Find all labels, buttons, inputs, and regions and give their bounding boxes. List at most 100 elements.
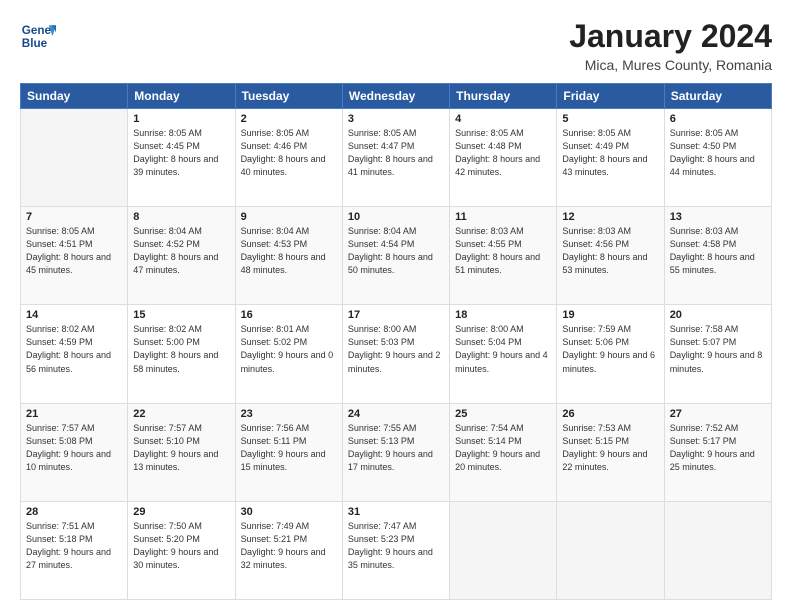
calendar-cell: 20 Sunrise: 7:58 AMSunset: 5:07 PMDayligh… (664, 305, 771, 403)
day-details: Sunrise: 7:57 AMSunset: 5:10 PMDaylight:… (133, 422, 229, 474)
day-details: Sunrise: 8:02 AMSunset: 4:59 PMDaylight:… (26, 323, 122, 375)
calendar-cell: 9 Sunrise: 8:04 AMSunset: 4:53 PMDaylight… (235, 207, 342, 305)
svg-text:Blue: Blue (22, 37, 48, 50)
calendar-cell: 14Sunrise: 8:02 AMSunset: 4:59 PMDayligh… (21, 305, 128, 403)
col-wednesday: Wednesday (342, 84, 449, 109)
day-details: Sunrise: 7:58 AMSunset: 5:07 PMDaylight:… (670, 323, 766, 375)
day-number: 1 (133, 113, 229, 125)
day-details: Sunrise: 8:05 AMSunset: 4:46 PMDaylight:… (241, 127, 337, 179)
day-number: 23 (241, 408, 337, 420)
calendar-cell: 15Sunrise: 8:02 AMSunset: 5:00 PMDayligh… (128, 305, 235, 403)
calendar-header-row: Sunday Monday Tuesday Wednesday Thursday… (21, 84, 772, 109)
day-number: 9 (241, 211, 337, 223)
calendar-cell: 19 Sunrise: 7:59 AMSunset: 5:06 PMDayligh… (557, 305, 664, 403)
calendar-cell: 26 Sunrise: 7:53 AMSunset: 5:15 PMDayligh… (557, 403, 664, 501)
day-details: Sunrise: 8:05 AMSunset: 4:51 PMDaylight:… (26, 225, 122, 277)
day-number: 17 (348, 309, 444, 321)
calendar-cell: 3 Sunrise: 8:05 AMSunset: 4:47 PMDaylight… (342, 109, 449, 207)
title-block: January 2024 Mica, Mures County, Romania (569, 18, 772, 73)
calendar-cell: 7 Sunrise: 8:05 AMSunset: 4:51 PMDaylight… (21, 207, 128, 305)
header: General Blue January 2024 Mica, Mures Co… (20, 18, 772, 73)
page: General Blue January 2024 Mica, Mures Co… (0, 0, 792, 612)
calendar-cell: 4Sunrise: 8:05 AMSunset: 4:48 PMDaylight… (450, 109, 557, 207)
col-tuesday: Tuesday (235, 84, 342, 109)
day-details: Sunrise: 7:56 AMSunset: 5:11 PMDaylight:… (241, 422, 337, 474)
col-friday: Friday (557, 84, 664, 109)
col-saturday: Saturday (664, 84, 771, 109)
day-details: Sunrise: 8:03 AMSunset: 4:55 PMDaylight:… (455, 225, 551, 277)
calendar-cell: 22 Sunrise: 7:57 AMSunset: 5:10 PMDayligh… (128, 403, 235, 501)
calendar-week-row: 28Sunrise: 7:51 AMSunset: 5:18 PMDayligh… (21, 501, 772, 599)
day-details: Sunrise: 8:01 AMSunset: 5:02 PMDaylight:… (241, 323, 337, 375)
calendar-cell: 11 Sunrise: 8:03 AMSunset: 4:55 PMDayligh… (450, 207, 557, 305)
day-details: Sunrise: 7:59 AMSunset: 5:06 PMDaylight:… (562, 323, 658, 375)
day-details: Sunrise: 8:04 AMSunset: 4:53 PMDaylight:… (241, 225, 337, 277)
calendar-cell: 18 Sunrise: 8:00 AMSunset: 5:04 PMDayligh… (450, 305, 557, 403)
day-details: Sunrise: 8:05 AMSunset: 4:50 PMDaylight:… (670, 127, 766, 179)
logo: General Blue (20, 18, 56, 54)
day-number: 29 (133, 506, 229, 518)
day-details: Sunrise: 7:47 AMSunset: 5:23 PMDaylight:… (348, 520, 444, 572)
day-number: 27 (670, 408, 766, 420)
day-details: Sunrise: 8:00 AMSunset: 5:04 PMDaylight:… (455, 323, 551, 375)
day-details: Sunrise: 8:05 AMSunset: 4:45 PMDaylight:… (133, 127, 229, 179)
calendar-cell: 10Sunrise: 8:04 AMSunset: 4:54 PMDayligh… (342, 207, 449, 305)
day-number: 11 (455, 211, 551, 223)
day-number: 7 (26, 211, 122, 223)
calendar-cell: 8Sunrise: 8:04 AMSunset: 4:52 PMDaylight… (128, 207, 235, 305)
calendar-cell: 12Sunrise: 8:03 AMSunset: 4:56 PMDayligh… (557, 207, 664, 305)
day-details: Sunrise: 8:05 AMSunset: 4:49 PMDaylight:… (562, 127, 658, 179)
calendar-cell: 31 Sunrise: 7:47 AMSunset: 5:23 PMDayligh… (342, 501, 449, 599)
calendar-cell: 16 Sunrise: 8:01 AMSunset: 5:02 PMDayligh… (235, 305, 342, 403)
calendar-cell (664, 501, 771, 599)
day-details: Sunrise: 7:50 AMSunset: 5:20 PMDaylight:… (133, 520, 229, 572)
subtitle: Mica, Mures County, Romania (569, 57, 772, 73)
day-number: 13 (670, 211, 766, 223)
calendar-week-row: 21Sunrise: 7:57 AMSunset: 5:08 PMDayligh… (21, 403, 772, 501)
calendar-cell: 23 Sunrise: 7:56 AMSunset: 5:11 PMDayligh… (235, 403, 342, 501)
day-details: Sunrise: 7:53 AMSunset: 5:15 PMDaylight:… (562, 422, 658, 474)
day-number: 10 (348, 211, 444, 223)
day-number: 19 (562, 309, 658, 321)
col-thursday: Thursday (450, 84, 557, 109)
day-number: 16 (241, 309, 337, 321)
day-number: 28 (26, 506, 122, 518)
day-number: 30 (241, 506, 337, 518)
day-number: 4 (455, 113, 551, 125)
day-number: 3 (348, 113, 444, 125)
calendar-cell: 27 Sunrise: 7:52 AMSunset: 5:17 PMDayligh… (664, 403, 771, 501)
day-details: Sunrise: 8:03 AMSunset: 4:58 PMDaylight:… (670, 225, 766, 277)
day-number: 31 (348, 506, 444, 518)
day-number: 20 (670, 309, 766, 321)
day-number: 25 (455, 408, 551, 420)
day-number: 26 (562, 408, 658, 420)
day-details: Sunrise: 7:55 AMSunset: 5:13 PMDaylight:… (348, 422, 444, 474)
day-number: 8 (133, 211, 229, 223)
calendar-cell: 1 Sunrise: 8:05 AMSunset: 4:45 PMDaylight… (128, 109, 235, 207)
day-number: 24 (348, 408, 444, 420)
day-number: 12 (562, 211, 658, 223)
day-number: 21 (26, 408, 122, 420)
logo-icon: General Blue (20, 18, 56, 54)
day-details: Sunrise: 8:05 AMSunset: 4:47 PMDaylight:… (348, 127, 444, 179)
main-title: January 2024 (569, 18, 772, 55)
calendar-cell: 5Sunrise: 8:05 AMSunset: 4:49 PMDaylight… (557, 109, 664, 207)
calendar-cell: 17 Sunrise: 8:00 AMSunset: 5:03 PMDayligh… (342, 305, 449, 403)
calendar-table: Sunday Monday Tuesday Wednesday Thursday… (20, 83, 772, 600)
calendar-cell: 6Sunrise: 8:05 AMSunset: 4:50 PMDaylight… (664, 109, 771, 207)
day-number: 15 (133, 309, 229, 321)
calendar-cell: 13 Sunrise: 8:03 AMSunset: 4:58 PMDayligh… (664, 207, 771, 305)
day-details: Sunrise: 8:00 AMSunset: 5:03 PMDaylight:… (348, 323, 444, 375)
day-details: Sunrise: 7:52 AMSunset: 5:17 PMDaylight:… (670, 422, 766, 474)
calendar-cell (450, 501, 557, 599)
calendar-cell: 24 Sunrise: 7:55 AMSunset: 5:13 PMDayligh… (342, 403, 449, 501)
calendar-cell (557, 501, 664, 599)
day-details: Sunrise: 7:49 AMSunset: 5:21 PMDaylight:… (241, 520, 337, 572)
calendar-cell: 25Sunrise: 7:54 AMSunset: 5:14 PMDayligh… (450, 403, 557, 501)
calendar-cell: 29 Sunrise: 7:50 AMSunset: 5:20 PMDayligh… (128, 501, 235, 599)
day-number: 22 (133, 408, 229, 420)
calendar-week-row: 1 Sunrise: 8:05 AMSunset: 4:45 PMDaylight… (21, 109, 772, 207)
day-number: 18 (455, 309, 551, 321)
calendar-week-row: 14Sunrise: 8:02 AMSunset: 4:59 PMDayligh… (21, 305, 772, 403)
calendar-cell: 28Sunrise: 7:51 AMSunset: 5:18 PMDayligh… (21, 501, 128, 599)
